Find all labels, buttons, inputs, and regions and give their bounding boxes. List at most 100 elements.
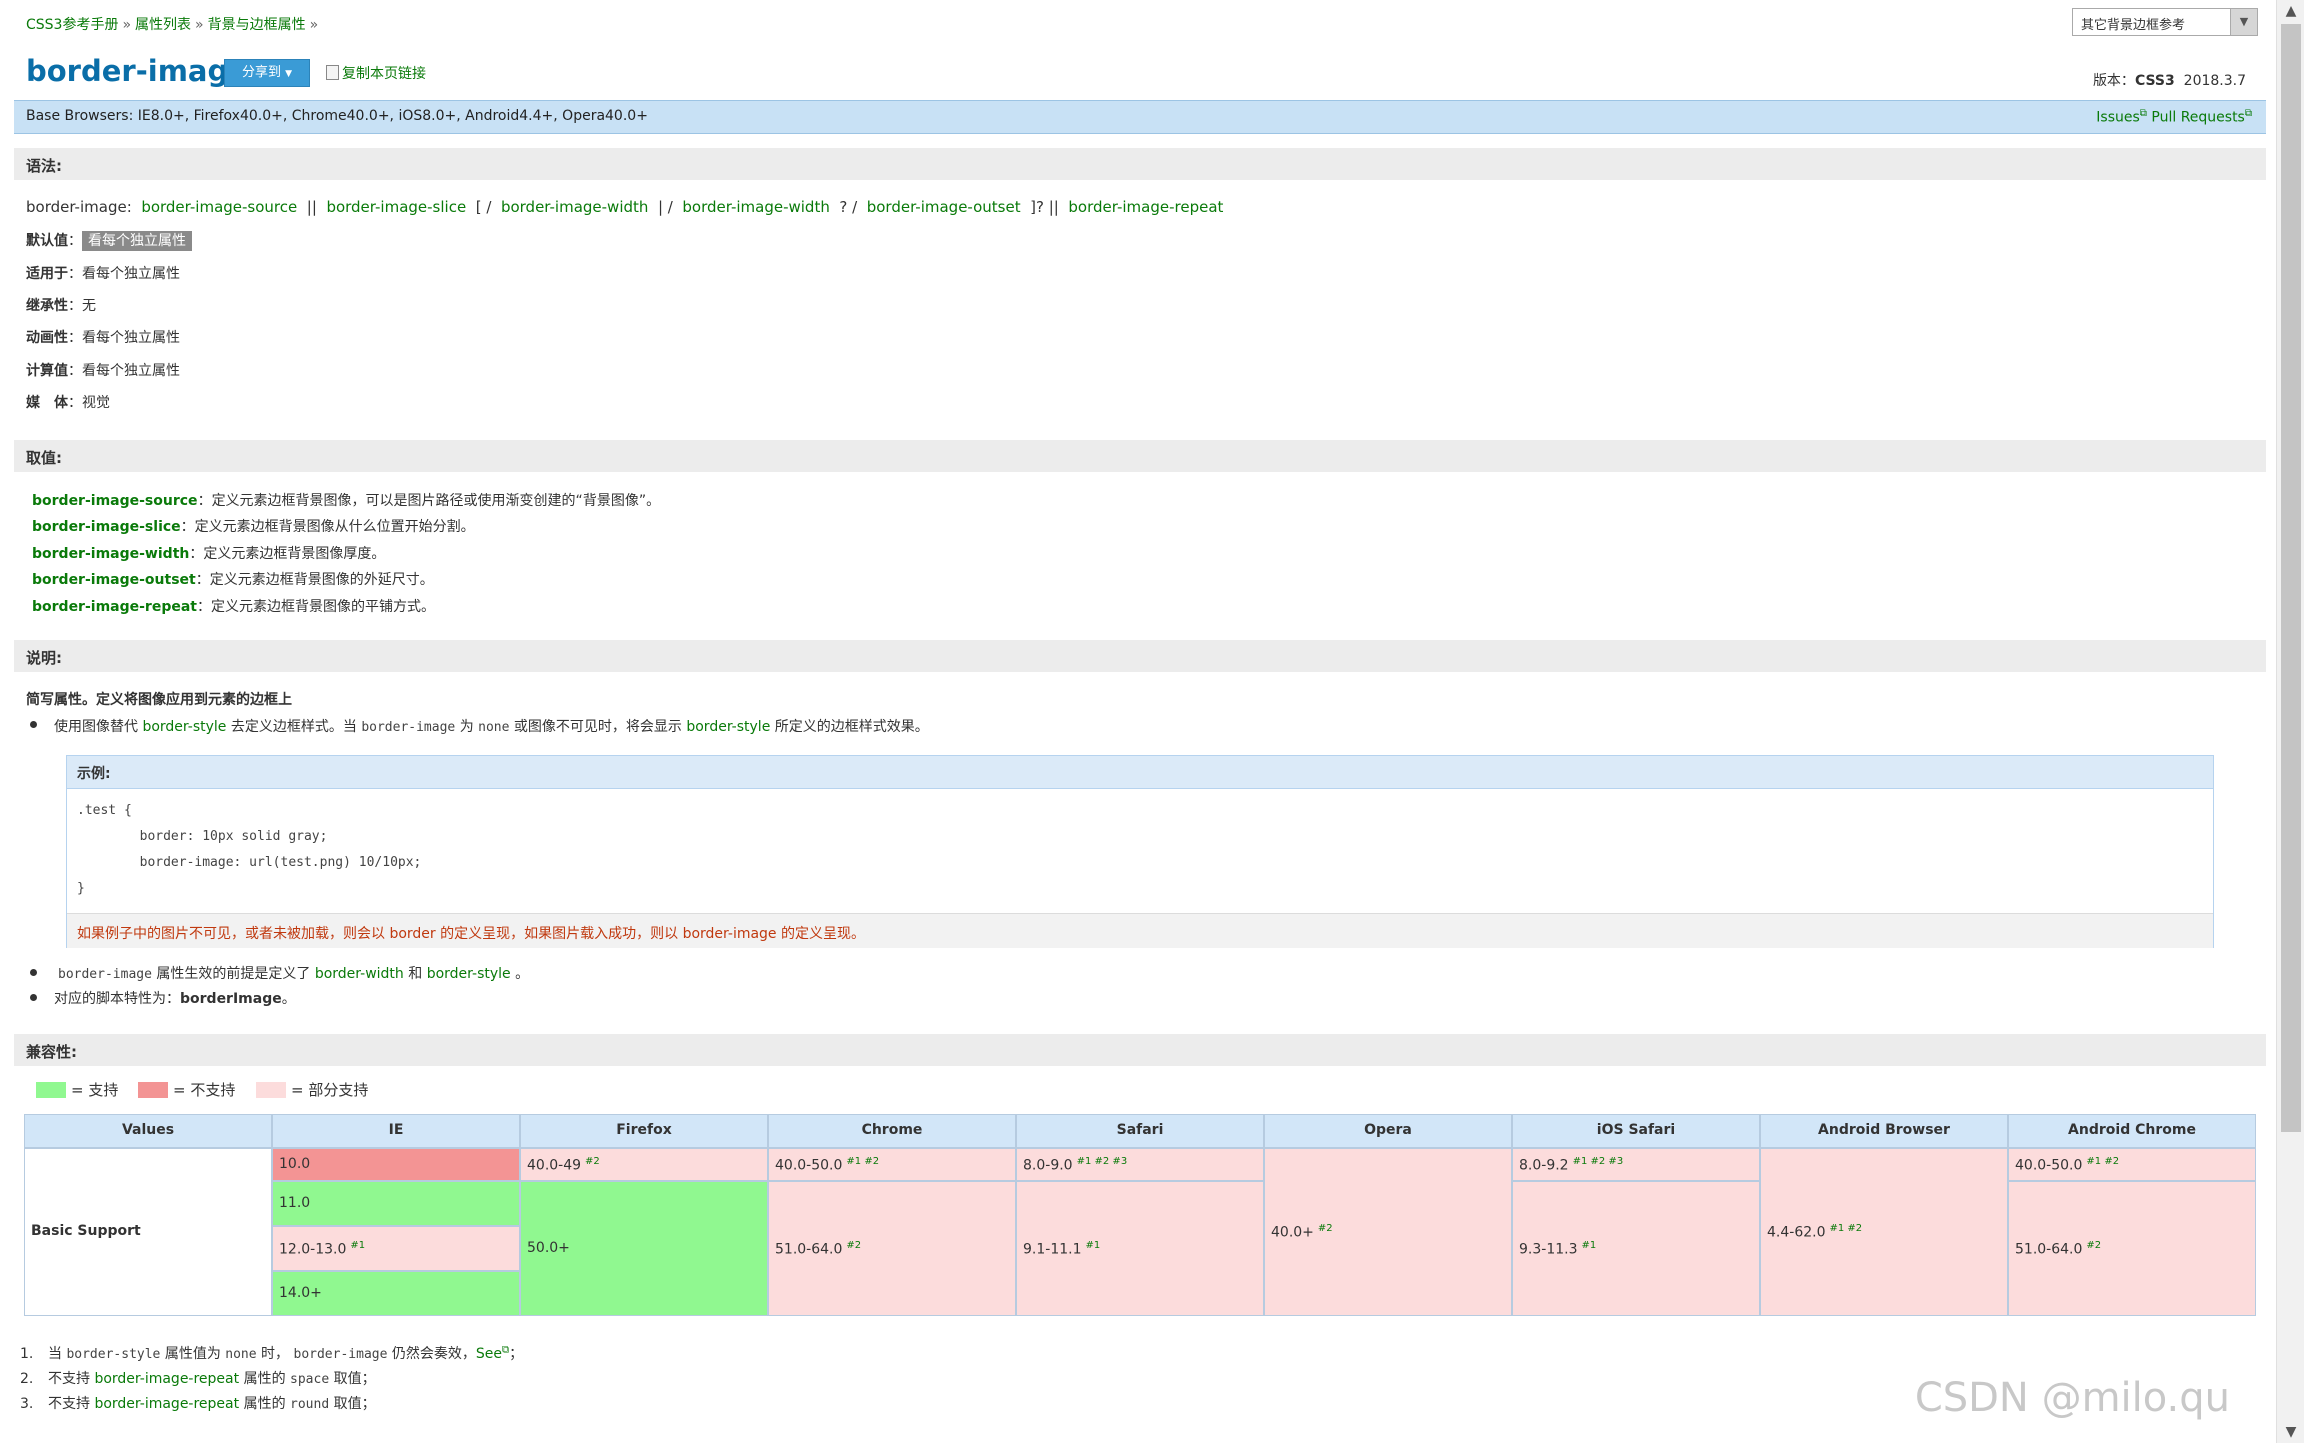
prop-media: 媒 体：视觉 — [26, 395, 110, 411]
legend-label: = 支持 — [71, 1081, 119, 1099]
prop-computed: 计算值：看每个独立属性 — [26, 363, 180, 379]
support-cell-safari: 9.1-11.1 #1 — [1016, 1181, 1264, 1316]
external-link-icon: ⧉ — [2139, 108, 2147, 119]
code-inline: border-image — [293, 1347, 388, 1362]
pull-requests-link[interactable]: Pull Requests — [2151, 110, 2244, 126]
scrollbar-thumb[interactable] — [2281, 24, 2301, 1132]
value-name-link[interactable]: border-image-width — [32, 546, 189, 562]
text: 去定义边框样式。当 — [230, 719, 357, 735]
syntax-sep: || — [306, 198, 317, 216]
version-range: 8.0-9.0 #1 #2 #3 — [1023, 1156, 1128, 1174]
link-border-style[interactable]: border-style — [142, 719, 226, 735]
support-cell-achrome: 40.0-50.0 #1 #2 — [2008, 1148, 2256, 1181]
link-border-image-repeat[interactable]: border-image-repeat — [94, 1371, 239, 1387]
version-range: 14.0+ — [279, 1285, 322, 1301]
breadcrumb-link-css3[interactable]: CSS3参考手册 — [26, 17, 118, 33]
syntax-sep: ]? || — [1030, 198, 1059, 216]
footnote-ref[interactable]: #2 — [585, 1156, 600, 1167]
footnote-ref[interactable]: #1 — [1086, 1240, 1101, 1251]
text: 时， — [261, 1346, 290, 1362]
code-line: border: 10px solid gray; — [77, 829, 328, 844]
version-range: 40.0-50.0 #1 #2 — [775, 1156, 880, 1174]
text: 属性值为 — [164, 1346, 221, 1362]
footnote-ref[interactable]: #1 — [350, 1240, 365, 1251]
code-inline: round — [290, 1397, 330, 1412]
column-header: Chrome — [768, 1114, 1016, 1148]
share-button-label: 分享到 — [241, 65, 281, 80]
other-reference-select[interactable]: 其它背景边框参考 ▼ — [2072, 8, 2258, 36]
text: 对应的脚本特性为： — [54, 991, 180, 1007]
link-border-image-repeat[interactable]: border-image-repeat — [94, 1396, 239, 1412]
chevron-down-icon[interactable]: ▼ — [2230, 9, 2257, 35]
text: ； — [509, 1346, 524, 1362]
caret-down-icon: ▼ — [285, 69, 293, 79]
desc-intro: 简写属性。定义将图像应用到元素的边框上 — [26, 692, 292, 708]
section-compat-title: 兼容性: — [26, 1043, 77, 1061]
version-range: 9.1-11.1 #1 — [1023, 1240, 1101, 1258]
version-range: 4.4-62.0 #1 #2 — [1767, 1223, 1863, 1241]
syntax-link-slice[interactable]: border-image-slice — [326, 198, 466, 216]
support-cell-achrome: 51.0-64.0 #2 — [2008, 1181, 2256, 1316]
value-item: border-image-outset：定义元素边框背景图像的外延尺寸。 — [32, 572, 434, 588]
version-info: 版本：CSS3 2018.3.7 — [2093, 70, 2246, 90]
value-name-link[interactable]: border-image-repeat — [32, 599, 197, 615]
code-inline: space — [290, 1372, 330, 1387]
syntax-link-source[interactable]: border-image-source — [141, 198, 297, 216]
version-range: 51.0-64.0 #2 — [775, 1240, 862, 1258]
example-title: 示例: — [77, 766, 111, 782]
share-button[interactable]: 分享到 ▼ — [224, 59, 310, 87]
version-range: 50.0+ — [527, 1240, 570, 1256]
version-range: 9.3-11.3 #1 — [1519, 1240, 1597, 1258]
prop-key: 计算值 — [26, 363, 68, 379]
version-range: 10.0 — [279, 1156, 311, 1172]
footnote-1: 1. 当 border-style 属性值为 none 时， border-ima… — [20, 1343, 523, 1363]
breadcrumb-link-props[interactable]: 属性列表 — [135, 17, 191, 33]
text: 所定义的边框样式效果。 — [774, 719, 929, 735]
section-values-title: 取值: — [26, 449, 62, 467]
footnote-ref[interactable]: #2 — [1318, 1223, 1333, 1234]
value-name-link[interactable]: border-image-outset — [32, 572, 196, 588]
syntax-link-width-2[interactable]: border-image-width — [682, 198, 829, 216]
syntax-link-repeat[interactable]: border-image-repeat — [1068, 198, 1223, 216]
syntax-link-width[interactable]: border-image-width — [501, 198, 648, 216]
footnote-ref[interactable]: #2 — [846, 1240, 861, 1251]
vertical-scrollbar[interactable]: ▲ ▼ — [2276, 0, 2304, 1443]
support-cell-android: 4.4-62.0 #1 #2 — [1760, 1148, 2008, 1316]
footnote-ref[interactable]: #1 #2 — [1830, 1223, 1863, 1234]
footnote-ref[interactable]: #1 #2 #3 — [1573, 1156, 1624, 1167]
text: 不支持 — [48, 1396, 90, 1412]
legend-supported: = 支持 — [36, 1079, 118, 1099]
example-note-text: 如果例子中的图片不可见，或者未被加载，则会以 border 的定义呈现，如果图片… — [77, 926, 865, 942]
copy-link-button[interactable]: 复制本页链接 — [326, 63, 426, 83]
link-border-width[interactable]: border-width — [315, 966, 404, 982]
base-browsers-bar: Base Browsers: IE8.0+, Firefox40.0+, Chr… — [14, 100, 2266, 134]
value-name-link[interactable]: border-image-slice — [32, 519, 181, 535]
issues-link[interactable]: Issues — [2096, 110, 2140, 126]
value-name-link[interactable]: border-image-source — [32, 493, 198, 509]
link-border-style[interactable]: border-style — [686, 719, 770, 735]
example-note: 如果例子中的图片不可见，或者未被加载，则会以 border 的定义呈现，如果图片… — [67, 913, 2213, 948]
row-label: Basic Support — [31, 1223, 141, 1239]
see-link[interactable]: See — [476, 1346, 502, 1362]
section-description: 说明: — [14, 640, 2266, 672]
other-reference-value: 其它背景边框参考 — [2081, 18, 2186, 33]
syntax-link-outset[interactable]: border-image-outset — [867, 198, 1021, 216]
value-item: border-image-width：定义元素边框背景图像厚度。 — [32, 546, 386, 562]
version-range: 40.0+ #2 — [1271, 1223, 1333, 1241]
footnote-ref[interactable]: #1 #2 — [846, 1156, 879, 1167]
value-item: border-image-source：定义元素边框背景图像，可以是图片路径或使… — [32, 493, 661, 509]
value-desc: 定义元素边框背景图像，可以是图片路径或使用渐变创建的“背景图像”。 — [211, 493, 661, 509]
footnote-ref[interactable]: #1 #2 — [2086, 1156, 2119, 1167]
footnote-ref[interactable]: #1 — [1582, 1240, 1597, 1251]
breadcrumb-link-bg-border[interactable]: 背景与边框属性 — [208, 17, 306, 33]
footnote-ref[interactable]: #1 #2 #3 — [1077, 1156, 1128, 1167]
link-border-style[interactable]: border-style — [427, 966, 511, 982]
column-header: Android Chrome — [2008, 1114, 2256, 1148]
code-inline: border-style — [66, 1347, 161, 1362]
footnote-ref[interactable]: #2 — [2086, 1240, 2101, 1251]
prop-value: 无 — [82, 298, 96, 314]
column-header: Opera — [1264, 1114, 1512, 1148]
footnote-number: 1. — [20, 1346, 34, 1362]
scroll-down-icon[interactable]: ▼ — [2277, 1421, 2304, 1443]
scroll-up-icon[interactable]: ▲ — [2277, 0, 2304, 22]
